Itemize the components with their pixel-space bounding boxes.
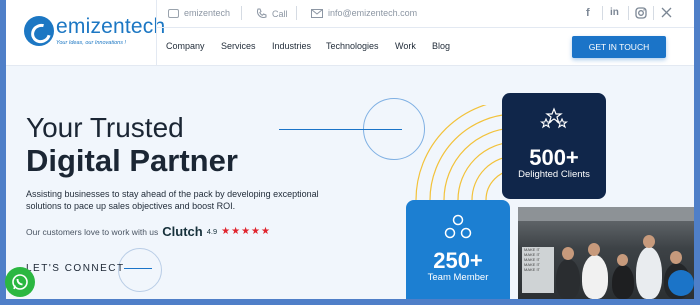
topbar-separator (241, 6, 242, 20)
topbar-separator (628, 6, 629, 20)
x-icon[interactable] (661, 7, 672, 21)
stat-label: Delighted Clients (518, 169, 590, 180)
rating-stars-icon: ★★★★★ (221, 226, 271, 237)
topbar-email[interactable]: info@emizentech.com (311, 8, 417, 18)
nav-technologies[interactable]: Technologies (326, 41, 379, 51)
topbar-brand-label: emizentech (184, 8, 231, 18)
site-header: emizentech Your Ideas, our Innovations !… (6, 0, 694, 66)
linkedin-icon[interactable]: in (610, 7, 619, 18)
lets-connect-underline (124, 268, 152, 269)
team-icon (406, 214, 510, 245)
photo-person (612, 265, 634, 299)
whatsapp-icon (12, 274, 28, 290)
topbar-separator (653, 6, 654, 20)
hero-title-line1: Your Trusted (26, 112, 184, 143)
get-in-touch-button[interactable]: GET IN TOUCH (572, 36, 666, 58)
photo-head (588, 243, 600, 256)
logo-tagline: Your Ideas, our Innovations ! (56, 40, 127, 46)
topbar-separator (602, 6, 603, 20)
topbar-call[interactable]: Call (256, 8, 288, 19)
nav-company[interactable]: Company (166, 41, 205, 51)
chat-button[interactable] (668, 270, 694, 296)
brand-logo[interactable]: emizentech Your Ideas, our Innovations ! (24, 12, 165, 52)
building-icon (168, 8, 179, 18)
stars-icon (502, 107, 606, 138)
facebook-icon[interactable]: f (586, 7, 590, 19)
top-bar: emizentech Call info@emizentech.com f in (156, 0, 694, 28)
topbar-call-label: Call (272, 8, 288, 19)
photo-person (582, 255, 608, 299)
photo-head (643, 235, 655, 248)
photo-whiteboard: MAKE IT MAKE IT MAKE IT MAKE IT MAKE IT (522, 247, 554, 293)
topbar-separator (296, 6, 297, 20)
whatsapp-button[interactable] (5, 267, 35, 297)
photo-person (556, 259, 580, 299)
photo-head (617, 254, 628, 266)
nav-industries[interactable]: Industries (272, 41, 311, 51)
clutch-logo[interactable]: Clutch (162, 224, 202, 239)
stat-card-clients: 500+ Delighted Clients (502, 93, 606, 199)
hero-title-line2: Digital Partner (26, 143, 238, 178)
nav-work[interactable]: Work (395, 41, 416, 51)
photo-head (670, 251, 682, 264)
photo-head (562, 247, 574, 260)
stat-value: 500+ (529, 145, 579, 170)
stat-label: Team Member (427, 272, 489, 283)
nav-services[interactable]: Services (221, 41, 256, 51)
clutch-rating-row: Our customers love to work with us Clutc… (26, 224, 271, 239)
topbar-brand[interactable]: emizentech (168, 8, 230, 18)
nav-blog[interactable]: Blog (432, 41, 450, 51)
topbar-email-label: info@emizentech.com (328, 8, 418, 18)
stat-card-team: 250+ Team Member (406, 200, 510, 299)
stat-value: 250+ (433, 248, 483, 273)
mail-icon (311, 8, 323, 18)
photo-ceiling (518, 207, 694, 221)
logo-text: emizentech (56, 15, 166, 38)
page-frame: emizentech Your Ideas, our Innovations !… (6, 0, 694, 299)
hero-description: Assisting businesses to stay ahead of th… (26, 189, 319, 211)
lets-connect-link[interactable]: LET'S CONNECT (26, 263, 125, 274)
board-text: MAKE IT (524, 267, 541, 272)
logo-mark-icon (24, 16, 54, 46)
decorative-line (279, 129, 402, 130)
phone-icon (256, 8, 267, 18)
photo-person (636, 247, 662, 299)
clutch-rating: 4.9 (206, 227, 218, 236)
clutch-text: Our customers love to work with us (26, 226, 159, 237)
instagram-icon[interactable] (635, 7, 647, 22)
